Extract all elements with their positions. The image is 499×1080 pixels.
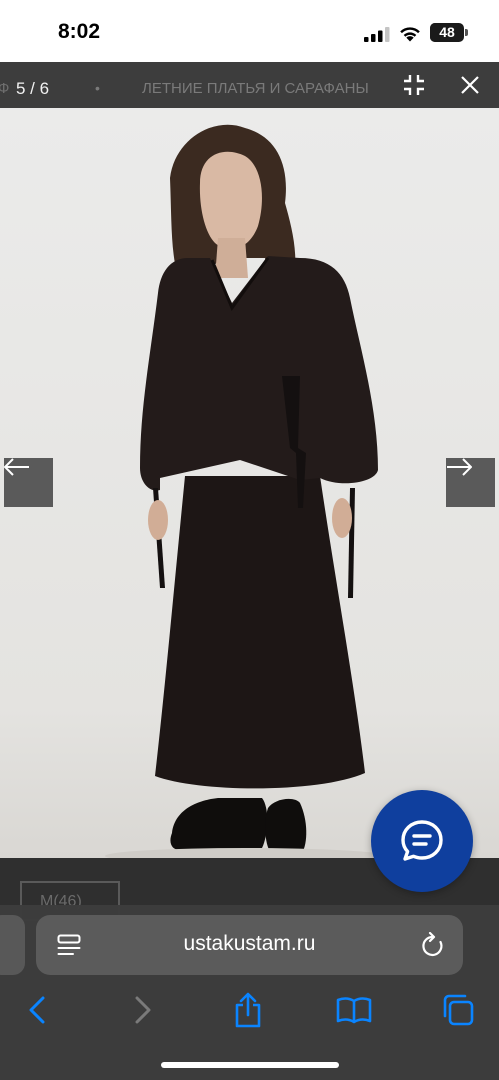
- share-icon: [235, 992, 261, 1028]
- breadcrumb-category: ЛЕТНИЕ ПЛАТЬЯ И САРАФАНЫ: [142, 80, 369, 97]
- chevron-left-icon: [29, 996, 45, 1024]
- wifi-icon: [400, 27, 420, 42]
- previous-image-button[interactable]: [4, 458, 53, 507]
- battery-icon: 48: [430, 23, 464, 42]
- book-icon: [336, 997, 372, 1024]
- gallery-top-bar: Ф 5 / 6 • ЛЕТНИЕ ПЛАТЬЯ И САРАФАНЫ: [0, 62, 499, 108]
- model-illustration: [0, 108, 499, 858]
- close-gallery-button[interactable]: [442, 62, 498, 108]
- chat-button[interactable]: [371, 790, 473, 892]
- tabs-button[interactable]: [436, 988, 480, 1032]
- signal-icon: [364, 27, 390, 42]
- breadcrumb-fragment: Ф: [0, 80, 10, 97]
- forward-button[interactable]: [121, 988, 165, 1032]
- share-button[interactable]: [226, 988, 270, 1032]
- status-time: 8:02: [58, 20, 101, 43]
- tabs-icon: [443, 994, 474, 1026]
- next-image-button[interactable]: [446, 458, 495, 507]
- image-counter: 5 / 6: [16, 79, 54, 99]
- arrow-right-icon: [447, 458, 472, 476]
- arrow-left-icon: [4, 458, 29, 476]
- url-text: ustakustam.ru: [183, 932, 316, 955]
- status-bar: 8:02 48: [0, 0, 499, 62]
- exit-fullscreen-button[interactable]: [386, 62, 442, 108]
- chat-bubble-icon: [401, 820, 443, 861]
- breadcrumb-separator: •: [95, 80, 100, 96]
- battery-percent: 48: [439, 24, 455, 40]
- chevron-right-icon: [135, 996, 151, 1024]
- exit-fullscreen-icon: [404, 75, 424, 95]
- browser-toolbar: ustakustam.ru: [0, 905, 499, 1080]
- address-bar[interactable]: ustakustam.ru: [36, 915, 463, 975]
- home-indicator[interactable]: [161, 1062, 339, 1068]
- bookmarks-button[interactable]: [332, 988, 376, 1032]
- back-button[interactable]: [15, 988, 59, 1032]
- previous-tab-preview[interactable]: [0, 915, 25, 975]
- battery-tip: [465, 29, 468, 36]
- close-icon: [461, 76, 479, 94]
- reload-icon[interactable]: [421, 932, 445, 958]
- product-photo: [0, 108, 499, 858]
